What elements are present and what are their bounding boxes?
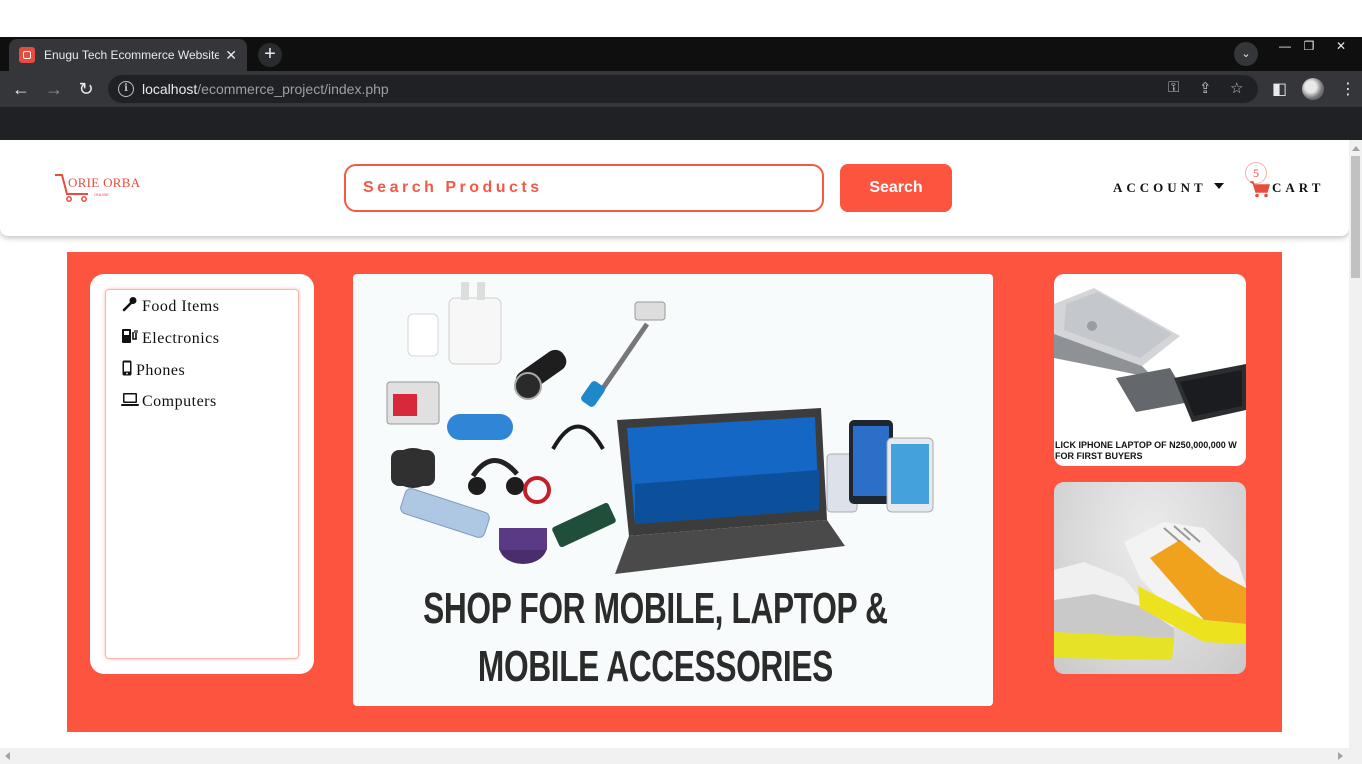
promo-caption: LICK IPHONE LAPTOP OF N250,000,000 W FOR… [1055, 440, 1237, 461]
top-strip [0, 0, 1362, 37]
url-text: localhost/ecommerce_project/index.php [142, 81, 389, 97]
browser-tab[interactable]: Enugu Tech Ecommerce Website ✕ [9, 39, 247, 71]
horizontal-scrollbar[interactable] [0, 748, 1362, 764]
restore-icon[interactable]: ❐ [1294, 37, 1324, 57]
category-food-items[interactable]: Food Items [121, 296, 219, 317]
category-label: Electronics [142, 329, 220, 347]
share-icon[interactable]: ⇪ [1199, 79, 1212, 97]
search-input[interactable] [344, 164, 824, 212]
new-tab-button[interactable]: + [258, 43, 282, 67]
category-label: Food Items [142, 297, 220, 315]
category-panel: Food Items Electronics Phones Computers [90, 274, 314, 674]
tab-search-icon[interactable]: ⌄ [1234, 42, 1258, 66]
bookmark-bar [0, 107, 1362, 140]
close-tab-icon[interactable]: ✕ [225, 47, 237, 64]
account-menu[interactable]: ACCOUNT [1113, 180, 1207, 196]
mobile-phone-icon [121, 360, 133, 381]
forward-icon[interactable]: → [43, 78, 65, 100]
promo-laptop-card[interactable]: LICK IPHONE LAPTOP OF N250,000,000 W FOR… [1054, 274, 1246, 466]
reload-icon[interactable]: ↻ [75, 78, 97, 100]
scrollbar-thumb[interactable] [1351, 156, 1360, 278]
logo-tagline: ONLINE [94, 192, 109, 197]
banner-headline-1: SHOP FOR MOBILE, LAPTOP & [423, 584, 888, 633]
category-electronics[interactable]: Electronics [121, 328, 219, 349]
profile-avatar[interactable] [1302, 78, 1324, 100]
browser-toolbar: ← → ↻ i localhost/ecommerce_project/inde… [0, 71, 1362, 107]
hero-section: Food Items Electronics Phones Computers … [67, 252, 1282, 732]
category-label: Computers [142, 393, 217, 410]
key-icon[interactable]: ⚿ [1168, 79, 1179, 96]
window-close-icon[interactable]: ✕ [1326, 37, 1356, 57]
laptop-stand-image [1054, 288, 1246, 422]
search-button[interactable]: Search [840, 164, 952, 212]
main-banner[interactable]: SHOP FOR MOBILE, LAPTOP & MOBILE ACCESSO… [353, 274, 993, 706]
scroll-left-arrow-icon[interactable] [5, 752, 10, 760]
gadgets-illustration [386, 282, 934, 574]
category-list: Food Items Electronics Phones Computers [105, 289, 299, 659]
category-computers[interactable]: Computers [121, 392, 217, 412]
back-icon[interactable]: ← [10, 78, 32, 100]
banner-headline-2: MOBILE ACCESSORIES [477, 642, 833, 691]
caret-down-icon[interactable] [1214, 183, 1224, 189]
page-viewport: ORIE ORBA ONLINE Search ACCOUNT 5 CART F… [0, 140, 1349, 748]
microphone-icon [121, 296, 139, 317]
menu-icon[interactable]: ⋮ [1340, 79, 1356, 99]
star-icon[interactable]: ☆ [1230, 79, 1243, 97]
sneakers-image [1054, 522, 1246, 660]
promo-sneakers-card[interactable] [1054, 482, 1246, 674]
cart-icon[interactable] [1249, 180, 1271, 198]
cart-link[interactable]: CART [1272, 180, 1324, 196]
tab-title: Enugu Tech Ecommerce Website [44, 48, 220, 62]
address-bar[interactable]: i localhost/ecommerce_project/index.php … [108, 75, 1258, 103]
scroll-up-arrow-icon[interactable] [1352, 146, 1360, 151]
favicon-icon [19, 47, 35, 63]
vertical-scrollbar[interactable] [1349, 140, 1362, 748]
logo-text: ORIE ORBA [68, 175, 141, 190]
tab-bar: Enugu Tech Ecommerce Website ✕ + ⌄ — ❐ ✕ [0, 37, 1362, 71]
laptop-icon [121, 392, 139, 412]
site-header: ORIE ORBA ONLINE Search ACCOUNT 5 CART [0, 140, 1349, 236]
category-label: Phones [136, 361, 186, 379]
info-icon[interactable]: i [118, 81, 134, 97]
charging-station-icon [121, 328, 139, 349]
sidepanel-icon[interactable]: ◧ [1272, 79, 1287, 99]
site-logo[interactable]: ORIE ORBA ONLINE [54, 172, 154, 206]
scroll-right-arrow-icon[interactable] [1338, 752, 1343, 760]
category-phones[interactable]: Phones [121, 360, 185, 381]
